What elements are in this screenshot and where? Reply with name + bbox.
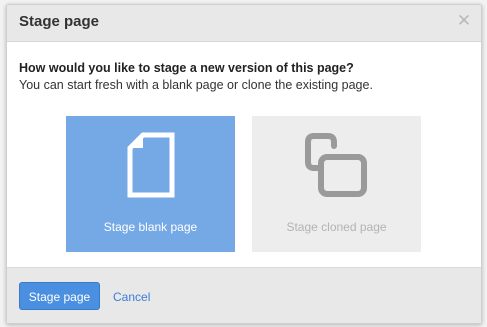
stage-page-dialog: Stage page ✕ How would you like to stage… — [6, 4, 482, 324]
blank-page-icon — [66, 132, 235, 198]
close-icon[interactable]: ✕ — [456, 12, 472, 30]
stage-blank-page-option[interactable]: Stage blank page — [66, 116, 235, 252]
dialog-header: Stage page ✕ — [7, 5, 481, 42]
clone-page-icon — [252, 132, 421, 198]
dialog-description: You can start fresh with a blank page or… — [19, 78, 373, 92]
stage-page-button[interactable]: Stage page — [19, 282, 100, 310]
dialog-footer: Stage page Cancel — [7, 267, 481, 323]
cancel-link[interactable]: Cancel — [113, 290, 150, 304]
stage-blank-page-label: Stage blank page — [103, 220, 198, 234]
dialog-title: Stage page — [19, 13, 100, 30]
stage-cloned-page-label: Stage cloned page — [286, 220, 387, 234]
dialog-question: How would you like to stage a new versio… — [19, 61, 354, 75]
stage-cloned-page-option[interactable]: Stage cloned page — [252, 116, 421, 252]
